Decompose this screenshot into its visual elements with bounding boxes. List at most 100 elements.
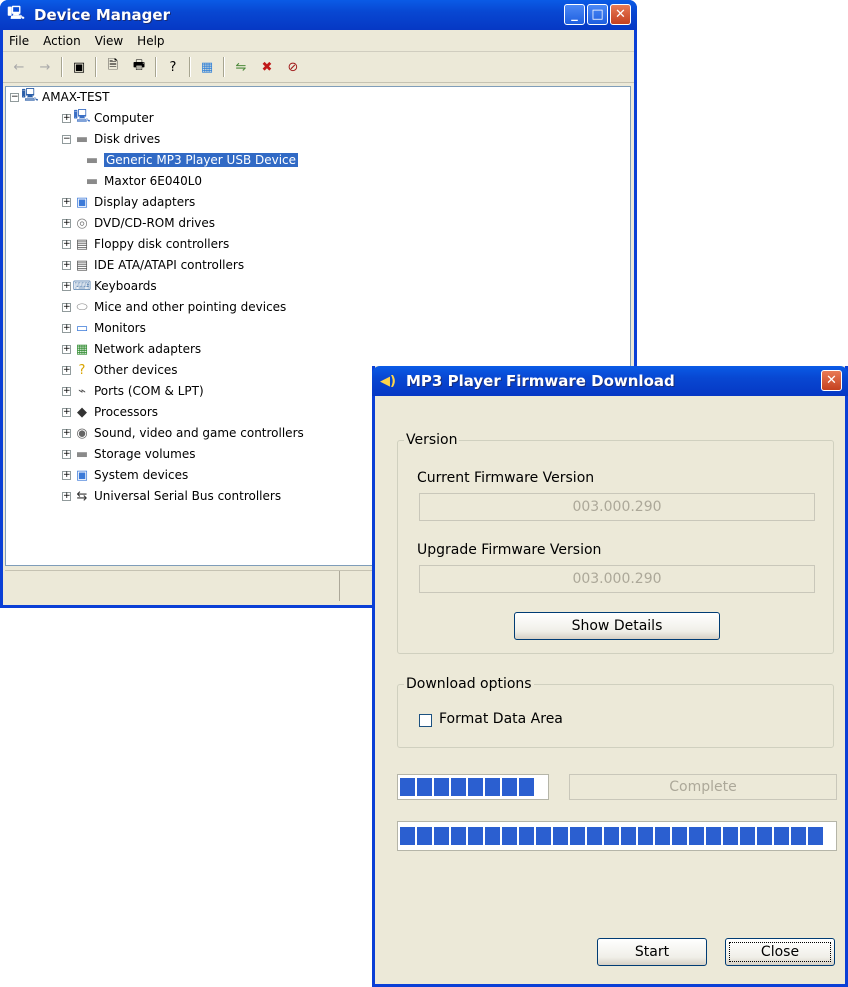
collapse-toggle[interactable]: − — [10, 92, 19, 102]
progress-block — [485, 827, 500, 845]
tree-category-item[interactable]: + ⇆ Universal Serial Bus controllers — [62, 486, 281, 506]
expand-toggle[interactable]: + — [62, 302, 71, 312]
minimize-button[interactable]: _ — [564, 4, 585, 25]
properties-icon[interactable]: 🗎 — [103, 57, 123, 77]
tree-category-item[interactable]: +? Other devices — [62, 360, 178, 380]
progress-block — [468, 778, 483, 796]
tree-item-label: System devices — [94, 468, 189, 482]
progress-block — [536, 827, 551, 845]
expand-toggle[interactable]: + — [62, 386, 71, 396]
show-details-button[interactable]: Show Details — [514, 612, 720, 640]
progress-block — [604, 827, 619, 845]
tree-item-label: Other devices — [94, 363, 178, 377]
disable-icon[interactable]: ⊘ — [283, 57, 303, 77]
expand-toggle[interactable]: + — [62, 113, 71, 123]
dialog-close-button[interactable]: ✕ — [821, 370, 842, 391]
tree-item-label: Sound, video and game controllers — [94, 426, 304, 440]
uninstall-icon[interactable]: ✖ — [257, 57, 277, 77]
format-data-area-label[interactable]: Format Data Area — [439, 711, 563, 727]
tree-item-label: Network adapters — [94, 342, 202, 356]
forward-arrow-icon[interactable]: → — [35, 57, 55, 77]
cd-drive-icon: ◎ — [76, 215, 88, 231]
progress-block — [672, 827, 687, 845]
port-icon: ⌁ — [78, 383, 86, 399]
tree-category-item[interactable]: + ▣ Display adapters — [62, 192, 195, 212]
disk-drive-icon: ▬ — [85, 152, 99, 168]
expand-toggle[interactable]: + — [62, 365, 71, 375]
tree-item-label: Processors — [94, 405, 159, 419]
tree-item-label: Disk drives — [94, 132, 161, 146]
tree-item-label: Computer — [94, 111, 154, 125]
tree-child-item[interactable]: ▬ Generic MP3 Player USB Device — [84, 150, 299, 170]
progress-block — [485, 778, 500, 796]
tree-category-item[interactable]: + ⬭ Mice and other pointing devices — [62, 297, 286, 317]
format-data-area-checkbox[interactable] — [419, 714, 432, 727]
menu-action[interactable]: Action — [43, 34, 81, 48]
tree-category-item[interactable]: + 🖳 Computer — [62, 108, 154, 128]
expand-toggle[interactable]: + — [62, 260, 71, 270]
toolbar-separator — [155, 57, 157, 77]
floppy-controller-icon: ▤ — [75, 236, 89, 252]
tree-category-item[interactable]: + ◉ Sound, video and game controllers — [62, 423, 304, 443]
tree-child-item[interactable]: ▬ Maxtor 6E040L0 — [84, 171, 202, 191]
question-icon: ? — [78, 362, 86, 378]
tree-category-item[interactable]: + ▦ Network adapters — [62, 339, 201, 359]
expand-toggle[interactable]: + — [62, 407, 71, 417]
tree-item-label: Ports (COM & LPT) — [94, 384, 204, 398]
progress-block — [417, 827, 432, 845]
device-manager-titlebar[interactable]: 🖳 Device Manager _ □ ✕ — [0, 0, 637, 30]
expand-toggle[interactable]: + — [62, 239, 71, 249]
file-progress-bar — [397, 774, 549, 800]
progress-block — [502, 778, 517, 796]
toolbar-separator — [61, 57, 63, 77]
tree-category-item[interactable]: + ▬ Storage volumes — [62, 444, 195, 464]
expand-toggle[interactable]: + — [62, 428, 71, 438]
progress-block — [468, 827, 483, 845]
tree-category-item[interactable]: + ▭ Monitors — [62, 318, 146, 338]
show-hide-console-tree-icon[interactable]: ▣ — [69, 57, 89, 77]
collapse-toggle[interactable]: − — [62, 134, 71, 144]
tree-category-item[interactable]: + ◎ DVD/CD-ROM drives — [62, 213, 215, 233]
tree-category-item[interactable]: − ▬ Disk drives — [62, 129, 160, 149]
toolbar: ← → ▣ 🗎 🖶 ? ▦ ⇋ ✖ ⊘ — [3, 52, 634, 83]
tree-category-item[interactable]: + ◆ Processors — [62, 402, 158, 422]
progress-block — [774, 827, 789, 845]
maximize-button[interactable]: □ — [587, 4, 608, 25]
close-dialog-button[interactable]: Close — [725, 938, 835, 966]
expand-toggle[interactable]: + — [62, 197, 71, 207]
tree-root[interactable]: − 🖳 AMAX-TEST — [10, 87, 109, 107]
speaker-icon: ◀) — [380, 373, 396, 389]
usb-icon: ⇆ — [76, 488, 88, 504]
upgrade-firmware-label: Upgrade Firmware Version — [417, 542, 602, 558]
tree-category-item[interactable]: + ▣ System devices — [62, 465, 188, 485]
menu-help[interactable]: Help — [137, 34, 164, 48]
expand-toggle[interactable]: + — [62, 218, 71, 228]
progress-block — [655, 827, 670, 845]
scan-hardware-icon[interactable]: ▦ — [197, 57, 217, 77]
ide-controller-icon: ▤ — [75, 257, 89, 273]
menu-file[interactable]: File — [9, 34, 29, 48]
print-icon[interactable]: 🖶 — [129, 57, 149, 77]
tree-category-item[interactable]: + ⌁ Ports (COM & LPT) — [62, 381, 204, 401]
update-driver-icon[interactable]: ⇋ — [231, 57, 251, 77]
expand-toggle[interactable]: + — [62, 344, 71, 354]
firmware-dialog-titlebar[interactable]: ◀) MP3 Player Firmware Download ✕ — [372, 366, 848, 396]
back-arrow-icon[interactable]: ← — [9, 57, 29, 77]
expand-toggle[interactable]: + — [62, 281, 71, 291]
dialog-title: MP3 Player Firmware Download — [406, 372, 675, 390]
progress-block — [400, 827, 415, 845]
menu-view[interactable]: View — [95, 34, 123, 48]
expand-toggle[interactable]: + — [62, 323, 71, 333]
tree-item-label: Monitors — [94, 321, 146, 335]
help-icon[interactable]: ? — [163, 57, 183, 77]
close-button[interactable]: ✕ — [610, 4, 631, 25]
expand-toggle[interactable]: + — [62, 491, 71, 501]
toolbar-separator — [223, 57, 225, 77]
expand-toggle[interactable]: + — [62, 470, 71, 480]
expand-toggle[interactable]: + — [62, 449, 71, 459]
start-button[interactable]: Start — [597, 938, 707, 966]
tree-category-item[interactable]: + ▤ Floppy disk controllers — [62, 234, 229, 254]
tree-item-label: DVD/CD-ROM drives — [94, 216, 216, 230]
tree-category-item[interactable]: + ⌨ Keyboards — [62, 276, 157, 296]
tree-category-item[interactable]: + ▤ IDE ATA/ATAPI controllers — [62, 255, 244, 275]
